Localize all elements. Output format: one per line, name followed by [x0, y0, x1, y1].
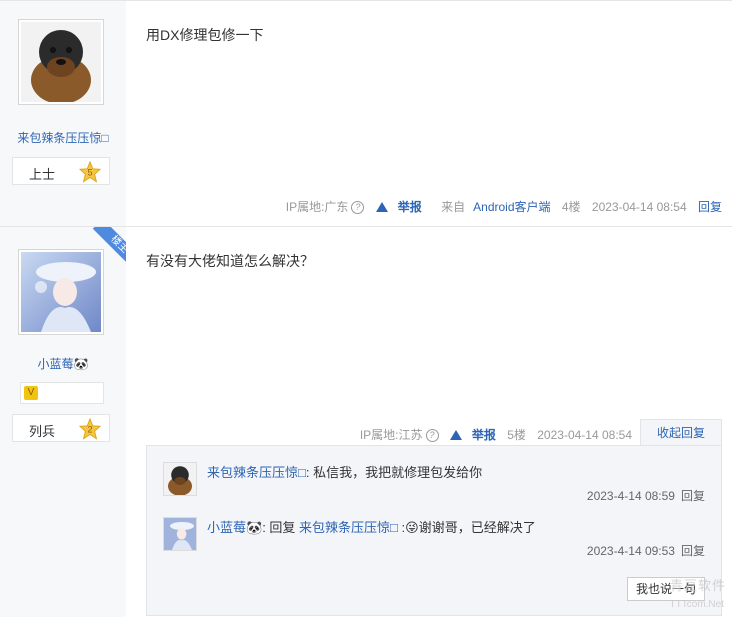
post-content: 有没有大佬知道怎么解决？ [146, 253, 314, 269]
author-name[interactable]: 来包辣条压压惊□ [0, 129, 126, 146]
sub-reply-meta: 2023-4-14 08:59 回复 [587, 487, 705, 504]
sub-reply-author[interactable]: 小蓝莓🐼 [207, 520, 262, 535]
sub-replies-panel: 来包辣条压压惊□: 私信我，我把就修理包发给你 2023-4-14 08:59 回… [146, 445, 722, 616]
help-icon[interactable]: ? [425, 429, 439, 442]
reply-link[interactable]: 回复 [698, 200, 722, 214]
floor-number: 4楼 [561, 200, 581, 214]
avatar[interactable] [18, 249, 104, 335]
post-tail: IP属地:广东? 举报 来自 Android客户端 4楼 2023-04-14 0… [270, 198, 722, 215]
reply-prefix: 回复 [265, 520, 300, 535]
sub-reply-time: 2023-4-14 08:59 [586, 489, 675, 503]
sub-reply-author[interactable]: 来包辣条压压惊□ [207, 465, 306, 480]
avatar[interactable] [18, 19, 104, 105]
sub-reply-reply-link[interactable]: 回复 [681, 489, 705, 503]
reply-target-link[interactable]: 来包辣条压压惊□ [299, 520, 398, 535]
wink-emoji-icon: 😜 [405, 520, 419, 535]
sub-reply-text: 小蓝莓🐼: 回复 来包辣条压压惊□ :😜谢谢哥，已经解决了 [207, 520, 536, 535]
collapse-replies-tab[interactable]: 收起回复 [640, 419, 722, 445]
warning-icon [449, 430, 462, 440]
anime-avatar-image [164, 518, 196, 550]
post-tail: IP属地:江苏? 举报 5楼 2023-04-14 08:54 [344, 426, 632, 443]
svg-text:2: 2 [87, 425, 92, 435]
floor-number: 5楼 [507, 428, 526, 442]
level-star-icon: 2 [79, 418, 101, 440]
rank-label: 列兵 [29, 424, 56, 439]
post-time: 2023-04-14 08:54 [591, 200, 687, 214]
level-star-icon: 5 [79, 161, 101, 183]
ip-location: IP属地:广东? [278, 200, 365, 214]
author-sidebar: 来包辣条压压惊□ 上士 5 [0, 1, 126, 227]
anime-avatar-image [21, 252, 101, 332]
v-badge-icon: V [24, 386, 38, 400]
sub-reply-meta: 2023-4-14 09:53 回复 [587, 542, 705, 559]
sub-reply-time: 2023-4-14 09:53 [586, 544, 675, 558]
dog-avatar-image [164, 463, 196, 496]
sub-reply-reply-link[interactable]: 回复 [681, 544, 705, 558]
rank-badge: 上士 5 [12, 157, 110, 185]
report-link[interactable]: 举报 [375, 200, 422, 214]
svg-text:5: 5 [87, 168, 92, 178]
ip-location: IP属地:江苏? [352, 428, 439, 442]
post-content: 用DX修理包修一下 [146, 27, 264, 43]
watermark-url: TTTcom.Net [669, 599, 724, 610]
watermark-logo: 青豆软件 [669, 578, 726, 593]
source-app-link[interactable]: Android客户端 [473, 200, 550, 214]
author-name[interactable]: 小蓝莓🐼 [0, 355, 126, 372]
help-icon[interactable]: ? [351, 201, 365, 214]
avatar[interactable] [163, 517, 197, 551]
rank-label: 上士 [29, 167, 56, 182]
dog-avatar-image [21, 22, 101, 104]
sub-reply-text: 来包辣条压压惊□: 私信我，我把就修理包发给你 [207, 462, 482, 481]
author-sidebar: 楼主 小蓝莓🐼 V 列兵 2 [0, 227, 126, 617]
post-time: 2023-04-14 08:54 [537, 428, 632, 442]
sub-reply-message: 谢谢哥，已经解决了 [418, 520, 536, 535]
report-link[interactable]: 举报 [449, 428, 496, 442]
post-floor-4: 来包辣条压压惊□ 上士 5 用DX修理包修一下 IP属地:广东? 举报 来自 An… [0, 0, 732, 227]
warning-icon [375, 202, 388, 212]
member-badge: V [20, 382, 104, 404]
rank-badge: 列兵 2 [12, 414, 110, 442]
post-source: 来自 Android客户端 [441, 200, 551, 214]
avatar[interactable] [163, 462, 197, 496]
sub-reply-message: 私信我，我把就修理包发给你 [309, 465, 483, 480]
